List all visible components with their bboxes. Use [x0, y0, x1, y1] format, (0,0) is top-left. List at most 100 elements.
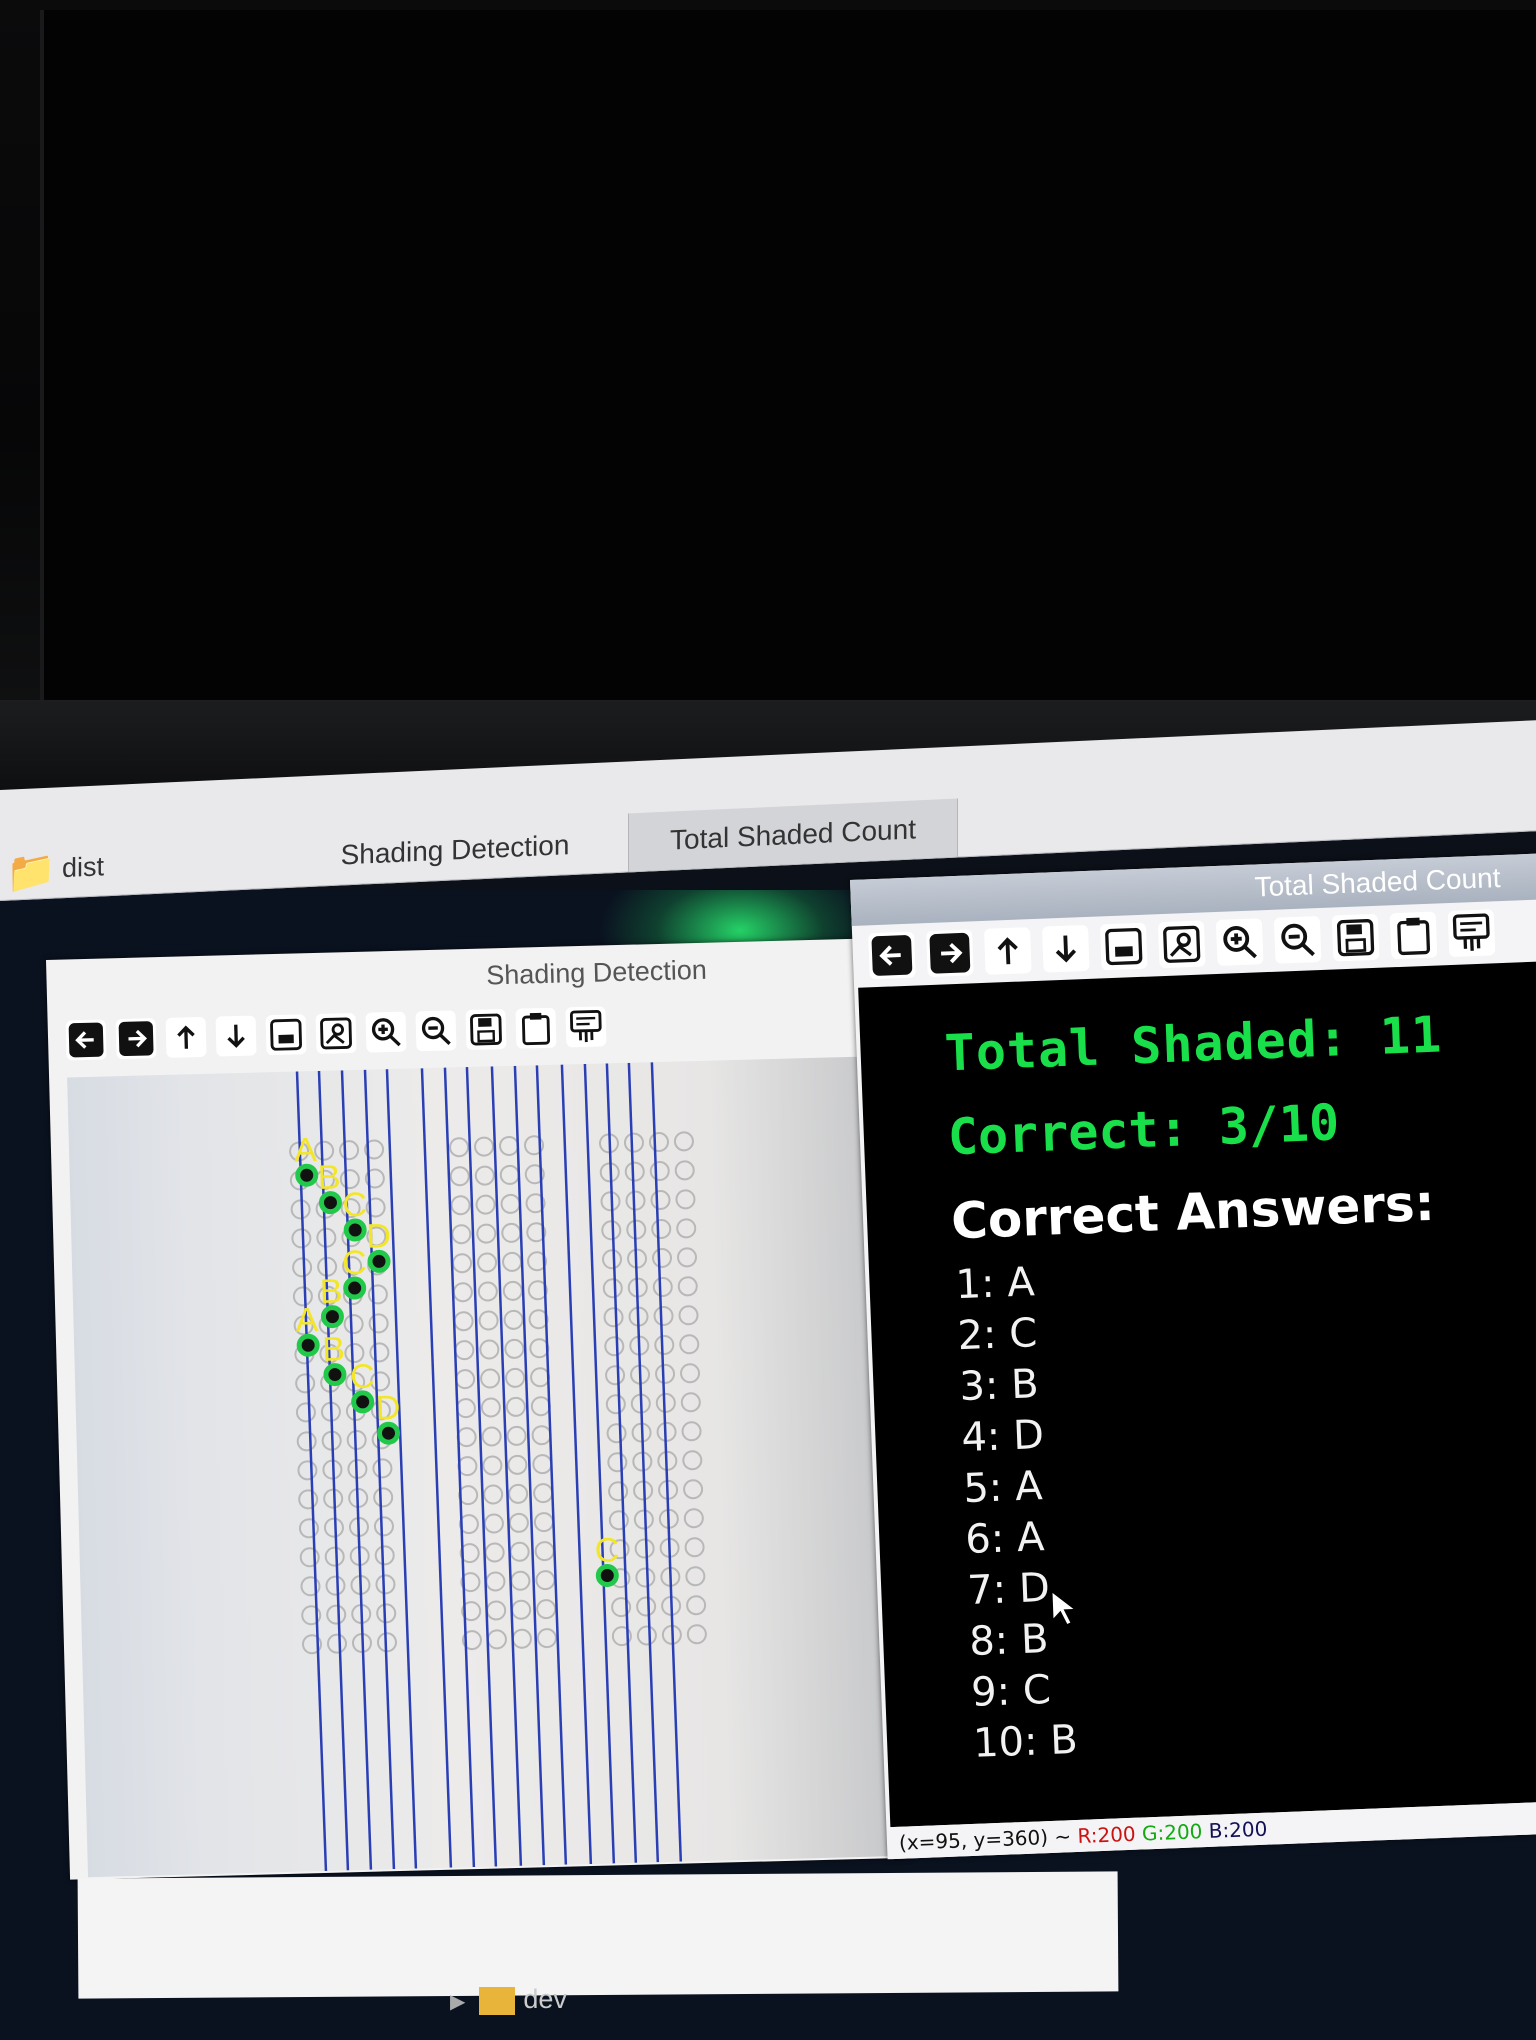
answer-bubble [607, 1452, 628, 1473]
answer-bubble [504, 1338, 525, 1359]
taskbar-folder-label[interactable]: dist [62, 851, 104, 884]
answer-bubble [291, 1228, 312, 1249]
answer-bubble [636, 1596, 657, 1617]
answer-bubble [298, 1489, 319, 1510]
pan-down-button[interactable] [1041, 924, 1090, 973]
fit-image-icon [270, 1018, 302, 1051]
copy-button[interactable] [1389, 911, 1438, 960]
detection-line [560, 1064, 593, 1865]
answer-bubble [673, 1131, 694, 1152]
answer-bubble [296, 1431, 317, 1452]
detection-line [443, 1067, 476, 1868]
pan-up-icon [177, 1025, 195, 1049]
correct-answers-list: 1: A 2: C 3: B 4: D 5: A 6: A 7: D 8: B … [955, 1256, 1079, 1770]
answer-bubble [455, 1369, 476, 1390]
pan-left-button[interactable] [868, 931, 916, 980]
answer-bubble [372, 1458, 393, 1479]
answer-bubble [476, 1223, 497, 1244]
answer-bubble [503, 1309, 524, 1330]
answer-bubble [534, 1541, 555, 1562]
tab-total-shaded-count[interactable]: Total Shaded Count [628, 798, 958, 872]
answer-bubble [453, 1311, 474, 1332]
answer-bubble [477, 1281, 498, 1302]
zoom-in-button[interactable] [1215, 918, 1264, 966]
option-label: D [375, 1389, 401, 1428]
detection-line [363, 1069, 396, 1870]
pan-down-button[interactable] [215, 1015, 257, 1057]
answer-bubble [601, 1220, 622, 1241]
answer-item: 6: A [964, 1514, 1046, 1564]
answer-bubble [325, 1575, 346, 1596]
zoom-out-button[interactable] [415, 1010, 457, 1052]
copy-button[interactable] [515, 1007, 557, 1049]
answer-bubble [634, 1538, 655, 1559]
answer-bubble [684, 1537, 705, 1558]
answer-bubble [511, 1628, 532, 1649]
tab-shading-detection[interactable]: Shading Detection [300, 814, 610, 886]
image-settings-button[interactable] [315, 1012, 357, 1054]
answer-bubble [683, 1479, 704, 1500]
option-label: B [319, 1272, 343, 1311]
answer-bubble [457, 1456, 478, 1477]
answer-bubble [655, 1363, 676, 1384]
answer-bubble [339, 1140, 360, 1161]
answer-bubble [605, 1365, 626, 1386]
save-button[interactable] [465, 1008, 507, 1051]
answer-bubble [681, 1421, 702, 1442]
pan-up-button[interactable] [983, 927, 1032, 975]
folder-label: dev [523, 1984, 567, 2014]
pan-down-icon [227, 1024, 245, 1048]
option-label: C [342, 1186, 368, 1225]
answer-bubble [686, 1624, 707, 1645]
answer-bubble [686, 1595, 707, 1616]
answer-bubble [605, 1394, 626, 1415]
fit-image-button[interactable] [1099, 922, 1148, 971]
answer-bubble [653, 1305, 674, 1326]
pan-left-button[interactable] [65, 1019, 107, 1061]
zoom-out-button[interactable] [1273, 915, 1322, 964]
image-settings-button[interactable] [1157, 920, 1206, 969]
save-button[interactable] [1331, 913, 1380, 962]
pan-right-button[interactable] [115, 1018, 157, 1060]
detection-line [605, 1063, 638, 1863]
pan-right-icon [929, 932, 971, 974]
fit-image-button[interactable] [265, 1014, 307, 1056]
expand-arrow-icon[interactable]: ▶ [450, 1989, 465, 2014]
answer-bubble [533, 1512, 554, 1533]
option-label: A [294, 1131, 318, 1170]
zoom-in-button[interactable] [365, 1011, 407, 1053]
answer-bubble [680, 1392, 701, 1413]
option-label: C [350, 1358, 376, 1397]
pan-left-icon [68, 1022, 104, 1058]
window-status-area [77, 1871, 1119, 1999]
answer-sheet-canvas: ABCDCBABCDC [289, 1062, 707, 1872]
answer-bubble [511, 1599, 532, 1620]
pan-up-button[interactable] [165, 1016, 207, 1058]
answer-bubble [326, 1633, 347, 1654]
save-icon [470, 1013, 502, 1046]
answer-bubble [602, 1278, 623, 1299]
answer-bubble [685, 1566, 706, 1587]
answer-bubble [326, 1604, 347, 1625]
answer-bubble [500, 1193, 521, 1214]
answer-bubble [376, 1603, 397, 1624]
file-tree-item-dev[interactable]: ▶ dev [450, 1984, 567, 2015]
detection-line [465, 1066, 498, 1867]
answer-item: 1: A [954, 1259, 1036, 1309]
pan-down-icon [1055, 935, 1077, 963]
detection-line [583, 1063, 616, 1864]
folder-icon[interactable]: 📁 [6, 849, 56, 895]
answer-bubble [295, 1402, 316, 1423]
answer-bubble [652, 1276, 673, 1297]
option-label: D [366, 1217, 392, 1256]
answer-bubble [314, 1140, 335, 1161]
zoom-in-icon [371, 1018, 401, 1047]
copy-icon [1397, 917, 1431, 956]
answer-bubble [298, 1518, 319, 1539]
pan-right-button[interactable] [926, 929, 974, 978]
option-label: C [342, 1244, 368, 1283]
properties-button[interactable] [1447, 909, 1496, 958]
answer-bubble [532, 1454, 553, 1475]
detection-line [535, 1065, 568, 1865]
properties-button[interactable] [565, 1006, 607, 1048]
